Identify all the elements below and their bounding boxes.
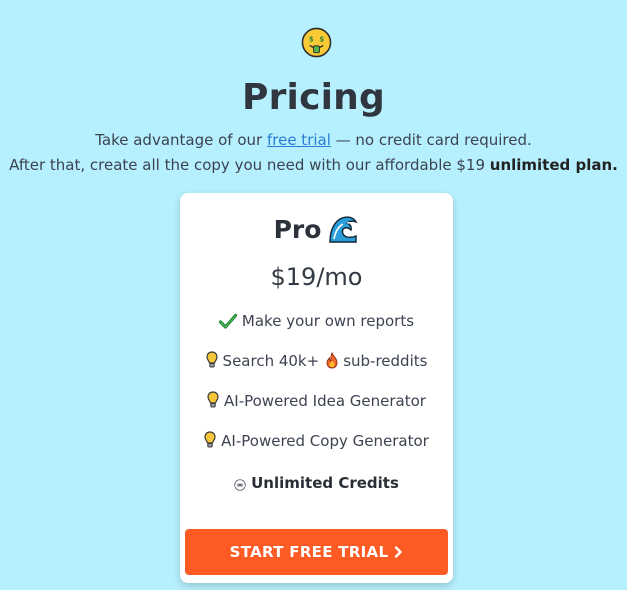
feature-text: sub-reddits	[343, 352, 428, 370]
start-free-trial-button[interactable]: START FREE TRIAL	[185, 529, 448, 575]
plan-name-label: Pro	[273, 215, 322, 244]
start-free-trial-label: START FREE TRIAL	[229, 543, 389, 561]
subtitle-text: After that, create all the copy you need…	[9, 156, 490, 174]
lightbulb-icon	[205, 351, 218, 368]
feature-text: Unlimited Credits	[251, 474, 399, 492]
fire-icon	[326, 352, 338, 369]
feature-text: AI-Powered Idea Generator	[224, 392, 426, 410]
checkmark-icon	[218, 313, 237, 329]
subtitle-line-1: Take advantage of our free trial — no cr…	[0, 130, 627, 150]
subtitle-text: Take advantage of our	[95, 131, 267, 149]
feature-item: AI-Powered Idea Generator	[180, 390, 453, 412]
feature-text: AI-Powered Copy Generator	[221, 432, 429, 450]
pricing-page: $ $ Pricing Take advantage of our free t…	[0, 0, 627, 590]
page-title: Pricing	[242, 77, 385, 118]
feature-item: Search 40k+ sub-reddits	[180, 350, 453, 372]
svg-text:$: $	[309, 36, 314, 44]
unlimited-plan-text: unlimited plan.	[489, 156, 618, 174]
feature-item: Make your own reports	[180, 310, 453, 332]
lightbulb-icon	[207, 391, 219, 408]
lightbulb-icon	[204, 431, 216, 448]
subtitle-line-2: After that, create all the copy you need…	[0, 155, 627, 175]
feature-text: Search 40k+	[222, 352, 320, 370]
chevron-right-icon	[395, 546, 403, 558]
wave-icon	[328, 214, 359, 244]
infinity-icon	[234, 479, 246, 491]
feature-item: AI-Powered Copy Generator	[180, 430, 453, 452]
feature-text: Make your own reports	[241, 312, 415, 330]
pricing-card: Pro $19/mo Make your own reports Search …	[180, 193, 453, 583]
subtitle-text: — no credit card required.	[330, 131, 532, 149]
plan-price: $19/mo	[270, 263, 363, 291]
svg-text:$: $	[319, 36, 324, 44]
money-mouth-face-icon: $ $	[301, 27, 332, 58]
feature-item: Unlimited Credits	[180, 472, 453, 494]
plan-name: Pro	[180, 213, 453, 247]
free-trial-link[interactable]: free trial	[267, 131, 331, 149]
